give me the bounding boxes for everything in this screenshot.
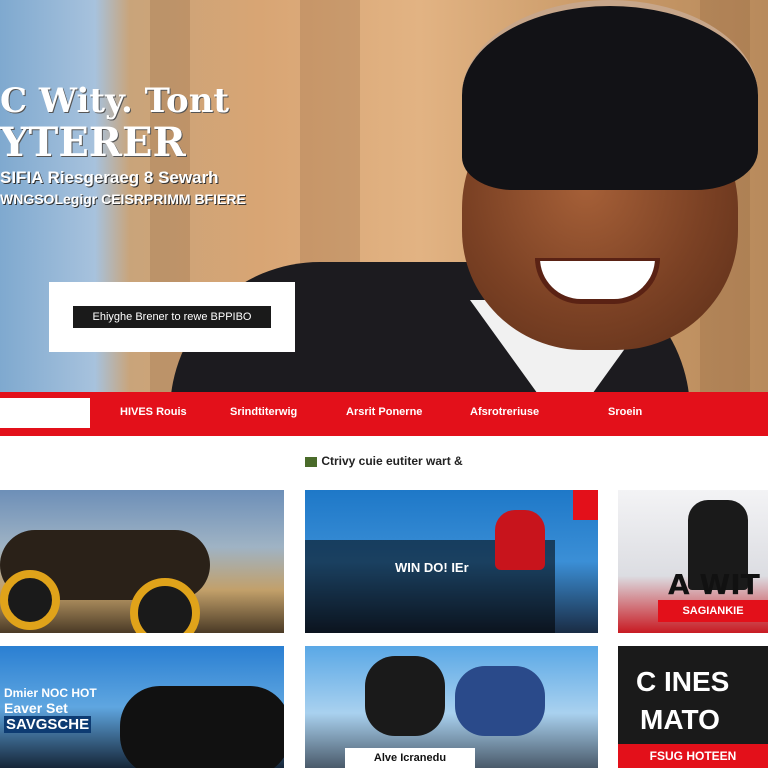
nav-item-5[interactable]: Sroein (608, 406, 642, 418)
rider-figure (365, 656, 445, 736)
nav-item-3[interactable]: Arsrit Ponerne (346, 406, 422, 418)
card-stunt-rider[interactable]: Alve Icranedu (305, 646, 598, 768)
card-caption-box: Alve Icranedu (345, 748, 475, 768)
card-promo-person[interactable]: A WIT SAGIANKIE (618, 490, 768, 633)
card-sports-bike[interactable]: Dmier NOC HOT Eaver Set SAVGSCHE (0, 646, 284, 768)
card-line1: C INES (636, 666, 730, 697)
nav-item-1[interactable]: HIVES Rouis (120, 406, 187, 418)
hero-subtitle-line1: SIFIA Riesgeraeg 8 Sewarh (0, 168, 219, 187)
card-line2: MATO (640, 704, 720, 735)
card-line2: Eaver Set (4, 700, 68, 716)
motorcycle-body (120, 686, 284, 768)
cta-container: Ehiyghe Brener to rewe BPPIBO (49, 282, 295, 352)
card-banner: SAGIANKIE (658, 600, 768, 622)
card-title: A WIT (668, 568, 760, 601)
card-line1: Dmier NOC HOT (4, 686, 97, 700)
card-rider-news[interactable]: WIN DO! IEr (305, 490, 598, 633)
card-magazine-cover[interactable]: C INES MATO FSUG HOTEEN (618, 646, 768, 768)
card-line3: SAVGSCHE (4, 716, 92, 733)
hero-title-line2: YTERER (0, 119, 186, 166)
card-caption: Alve Icranedu (373, 752, 447, 764)
card-banner-text: FSUG HOTEEN (649, 749, 737, 763)
hero-subtitle-line2: WNGSOLegigr CEISRPRIMM BFIERE (0, 191, 246, 207)
nav-home-block[interactable] (0, 398, 90, 428)
flag-icon (305, 456, 318, 467)
hero-banner: C Wity. Tont YTERER SIFIA Riesgeraeg 8 S… (0, 0, 768, 392)
card-red-tag (573, 490, 598, 520)
section-heading-text: Ctrivy cuie eutiter wart & (321, 454, 463, 468)
cta-button[interactable]: Ehiyghe Brener to rewe BPPIBO (73, 306, 271, 328)
section-heading: Ctrivy cuie eutiter wart & (0, 454, 768, 468)
card-banner-text: SAGIANKIE (682, 605, 744, 617)
nav-item-2[interactable]: Srindtiterwig (230, 406, 297, 418)
hero-title-line1: C Wity. Tont (0, 81, 230, 121)
person-cap (462, 0, 758, 190)
main-navbar: HIVES Rouis Srindtiterwig Arsrit Ponerne… (0, 392, 768, 436)
motorcycle-wheel (0, 570, 60, 630)
card-banner: FSUG HOTEEN (618, 744, 768, 768)
motorcycle-blue (455, 666, 545, 736)
nav-item-4[interactable]: Afsrotreriuse (470, 406, 539, 418)
rider-helmet (495, 510, 545, 570)
card-caption: WIN DO! IEr (395, 560, 469, 575)
card-motorcycle-race[interactable] (0, 490, 284, 633)
